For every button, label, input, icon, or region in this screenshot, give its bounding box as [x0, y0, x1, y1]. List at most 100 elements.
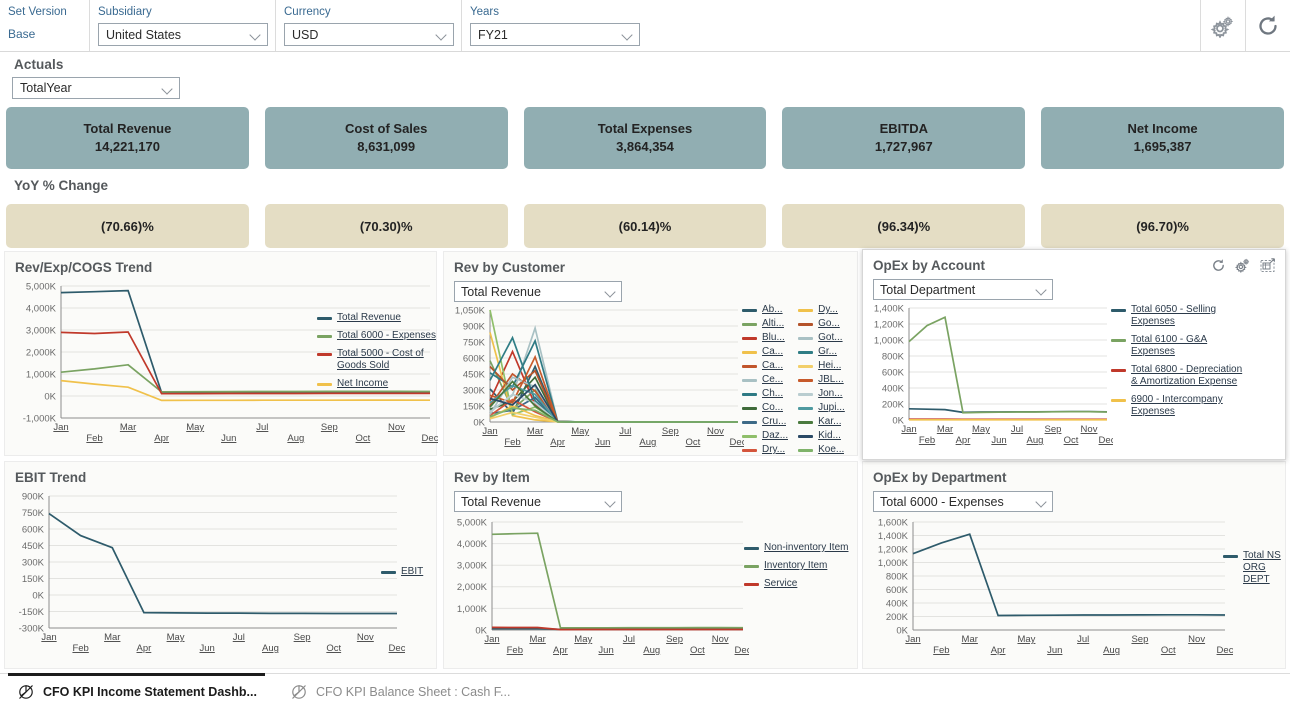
svg-text:800K: 800K — [886, 571, 909, 582]
legend-label: Co... — [762, 402, 784, 413]
actuals-title: Actuals — [14, 57, 64, 72]
kpi-tile[interactable]: Total Expenses 3,864,354 — [523, 107, 767, 169]
svg-text:Dec: Dec — [735, 645, 749, 656]
refresh-icon — [1259, 15, 1277, 35]
subsidiary-value: United States — [106, 27, 182, 42]
legend-item[interactable]: Non-inventory Item — [744, 542, 848, 554]
legend-label: Total 6100 - G&A Expenses — [1131, 334, 1208, 357]
yoy-title: YoY % Change — [14, 178, 109, 193]
legend-item[interactable]: Service — [744, 578, 848, 590]
gear-icon[interactable] — [1235, 258, 1251, 273]
legend-item[interactable]: Total 6100 - G&A Expenses — [1111, 334, 1251, 358]
legend-item[interactable]: Go... — [798, 318, 845, 330]
legend-label: Ce... — [762, 374, 784, 385]
legend-item[interactable]: Jon... — [798, 388, 845, 400]
svg-text:Apr: Apr — [553, 645, 568, 656]
kpi-tile[interactable]: EBITDA 1,727,967 — [782, 107, 1026, 169]
svg-text:Jun: Jun — [598, 645, 613, 656]
svg-text:450K: 450K — [463, 369, 486, 380]
panel-title: Rev by Customer — [454, 260, 566, 275]
rev-by-customer-select[interactable]: Total Revenue — [454, 281, 622, 302]
legend-item[interactable]: Dy... — [798, 304, 845, 316]
legend-item[interactable]: JBL... — [798, 374, 845, 386]
svg-text:200K: 200K — [882, 399, 905, 410]
svg-text:Feb: Feb — [507, 645, 523, 656]
svg-text:3,000K: 3,000K — [457, 561, 488, 572]
svg-text:1,200K: 1,200K — [878, 544, 909, 555]
legend-swatch — [742, 337, 757, 340]
legend-item[interactable]: Total 6800 - Depreciation & Amortization… — [1111, 364, 1251, 388]
taskbar-tab-balance-sheet[interactable]: CFO KPI Balance Sheet : Cash F... — [273, 674, 527, 709]
svg-text:Jan: Jan — [901, 424, 916, 435]
chevron-down-icon — [250, 29, 261, 40]
opex-by-department-value: Total 6000 - Expenses — [880, 494, 1004, 509]
yoy-tile[interactable]: (96.70)% — [1041, 204, 1284, 248]
legend-item[interactable]: Ca... — [742, 346, 788, 358]
subsidiary-select[interactable]: United States — [98, 23, 268, 46]
kpi-tile-row: Total Revenue 14,221,170 Cost of Sales 8… — [0, 107, 1290, 169]
legend-item[interactable]: Hei... — [798, 360, 845, 372]
svg-text:Mar: Mar — [937, 424, 953, 435]
svg-text:Oct: Oct — [686, 437, 701, 448]
opex-by-department-select[interactable]: Total 6000 - Expenses — [873, 491, 1053, 512]
legend-label: Total 6000 - Expenses — [337, 330, 436, 341]
legend-item[interactable]: Total Revenue — [317, 312, 436, 324]
legend-item[interactable]: Blu... — [742, 332, 788, 344]
kpi-label: Total Expenses — [597, 121, 693, 136]
svg-text:150K: 150K — [463, 401, 486, 412]
actuals-period-select[interactable]: TotalYear — [12, 77, 180, 99]
yoy-tile[interactable]: (60.14)% — [523, 204, 767, 248]
svg-text:Jul: Jul — [256, 422, 268, 433]
legend-item[interactable]: Jupi... — [798, 402, 845, 414]
legend-item[interactable]: Alti... — [742, 318, 788, 330]
kpi-tile[interactable]: Cost of Sales 8,631,099 — [264, 107, 508, 169]
set-version-value[interactable]: Base — [8, 20, 79, 45]
legend-item[interactable]: Total 5000 - Cost of Goods Sold — [317, 348, 436, 372]
legend-item[interactable]: Gr... — [798, 346, 845, 358]
legend-item[interactable]: Inventory Item — [744, 560, 848, 572]
yoy-tile[interactable]: (70.66)% — [6, 204, 249, 248]
legend-item[interactable]: Daz... — [742, 430, 788, 442]
legend-item[interactable]: Cru... — [742, 416, 788, 428]
chevron-down-icon — [436, 29, 447, 40]
chart-rev-by-item: 5,000K 4,000K 3,000K 2,000K 1,000K 0K Jan Feb Ma… — [444, 512, 857, 669]
settings-button[interactable] — [1200, 0, 1245, 51]
legend-item[interactable]: Kid... — [798, 430, 845, 442]
taskbar-tab-label: CFO KPI Income Statement Dashb... — [43, 684, 257, 699]
legend-swatch — [742, 421, 757, 424]
currency-select[interactable]: USD — [284, 23, 454, 46]
yoy-tile[interactable]: (70.30)% — [264, 204, 508, 248]
expand-icon[interactable] — [1260, 258, 1276, 273]
legend-item[interactable]: EBIT — [381, 566, 423, 578]
taskbar-tab-income-statement[interactable]: CFO KPI Income Statement Dashb... — [0, 673, 273, 709]
years-select[interactable]: FY21 — [470, 23, 640, 46]
legend-item[interactable]: Got... — [798, 332, 845, 344]
kpi-tile[interactable]: Total Revenue 14,221,170 — [6, 107, 249, 169]
svg-text:2,000K: 2,000K — [457, 582, 488, 593]
legend-item[interactable]: Ch... — [742, 388, 788, 400]
chart-legend: Non-inventory Item Inventory Item Service — [744, 542, 848, 596]
legend-item[interactable]: Co... — [742, 402, 788, 414]
legend-item[interactable]: Total 6000 - Expenses — [317, 330, 436, 342]
legend-item[interactable]: 6900 - Intercompany Expenses — [1111, 394, 1251, 418]
legend-item[interactable]: Ca... — [742, 360, 788, 372]
legend-item[interactable]: Net Income — [317, 378, 436, 390]
legend-item[interactable]: Total NS ORG DEPT — [1223, 550, 1285, 586]
svg-text:450K: 450K — [22, 541, 45, 552]
legend-item[interactable]: Total 6050 - Selling Expenses — [1111, 304, 1251, 328]
svg-text:4,000K: 4,000K — [26, 303, 57, 314]
svg-text:Oct: Oct — [326, 643, 341, 654]
yoy-tile[interactable]: (96.34)% — [782, 204, 1026, 248]
refresh-button[interactable] — [1245, 0, 1290, 51]
svg-text:5,000K: 5,000K — [457, 517, 488, 528]
legend-item[interactable]: Kar... — [798, 416, 845, 428]
opex-by-account-select[interactable]: Total Department — [873, 279, 1053, 300]
kpi-tile[interactable]: Net Income 1,695,387 — [1041, 107, 1284, 169]
refresh-icon[interactable] — [1211, 258, 1226, 273]
legend-item[interactable]: Ab... — [742, 304, 788, 316]
legend-item[interactable]: Koe... — [798, 444, 845, 456]
svg-text:1,000K: 1,000K — [878, 558, 909, 569]
rev-by-item-select[interactable]: Total Revenue — [454, 491, 622, 512]
legend-item[interactable]: Ce... — [742, 374, 788, 386]
legend-item[interactable]: Dry... — [742, 444, 788, 456]
